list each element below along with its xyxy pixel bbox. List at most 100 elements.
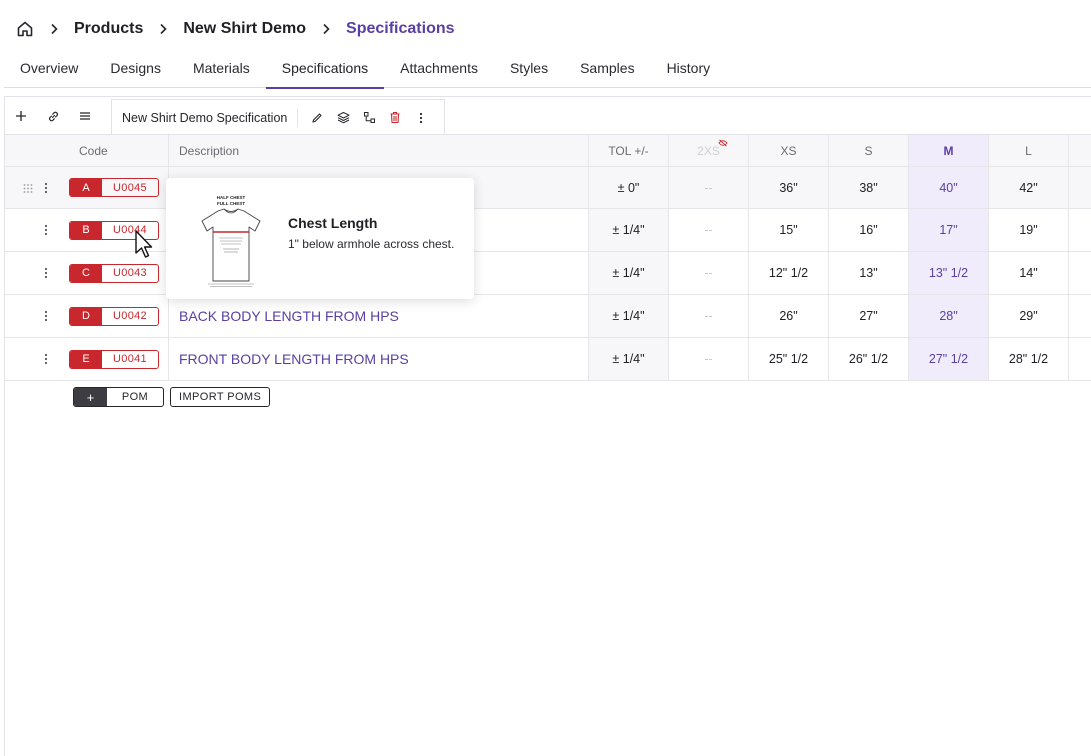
header-description[interactable]: Description xyxy=(169,135,589,166)
tol-cell[interactable]: ± 0" xyxy=(589,167,669,208)
description-cell[interactable]: BACK BODY LENGTH FROM HPS xyxy=(169,295,589,337)
size-cell-l[interactable]: 42" xyxy=(989,167,1069,208)
tab-specifications[interactable]: Specifications xyxy=(265,52,385,89)
plus-icon xyxy=(16,111,26,121)
tol-cell[interactable]: ± 1/4" xyxy=(589,252,669,294)
size-cell-m[interactable]: 40" xyxy=(909,167,989,208)
size-cell-m[interactable]: 27" 1/2 xyxy=(909,338,989,380)
header-tol[interactable]: TOL +/- xyxy=(589,135,669,166)
code-cell: D U0042 xyxy=(69,295,169,337)
import-poms-button[interactable]: IMPORT POMS xyxy=(170,387,271,407)
size-cell-m[interactable]: 28" xyxy=(909,295,989,337)
tab-materials[interactable]: Materials xyxy=(177,52,266,88)
size-cell-xs[interactable]: 26" xyxy=(749,295,829,337)
size-cell-s[interactable]: 26" 1/2 xyxy=(829,338,909,380)
popover-description: 1" below armhole across chest. xyxy=(288,236,455,251)
pom-letter: D xyxy=(70,307,102,325)
size-cell-m[interactable]: 13" 1/2 xyxy=(909,252,989,294)
add-specification-button[interactable] xyxy=(5,100,37,132)
row-controls xyxy=(5,338,69,380)
row-menu-icon[interactable] xyxy=(41,221,51,239)
home-icon[interactable] xyxy=(16,20,34,38)
size-cell-s[interactable]: 27" xyxy=(829,295,909,337)
tab-overview[interactable]: Overview xyxy=(4,52,94,88)
layers-icon[interactable] xyxy=(330,105,356,131)
description-text[interactable]: BACK BODY LENGTH FROM HPS xyxy=(179,308,399,324)
tab-samples[interactable]: Samples xyxy=(564,52,650,88)
shirt-diagram-image: HALF CHEST FULL CHEST xyxy=(194,191,268,287)
tol-cell[interactable]: ± 1/4" xyxy=(589,338,669,380)
size-cell-xs[interactable]: 12" 1/2 xyxy=(749,252,829,294)
header-size-l[interactable]: L xyxy=(989,135,1069,166)
chevron-right-icon xyxy=(44,23,64,35)
pom-code-chip[interactable]: C U0043 xyxy=(69,263,159,283)
header-size-2xs[interactable]: 2XS xyxy=(669,135,749,166)
header-size-xs[interactable]: XS xyxy=(749,135,829,166)
trash-icon[interactable] xyxy=(382,105,408,131)
relations-icon[interactable] xyxy=(356,105,382,131)
tab-designs[interactable]: Designs xyxy=(94,52,177,88)
size-cell-2xs[interactable]: -- xyxy=(669,209,749,251)
more-vertical-icon[interactable] xyxy=(408,105,434,131)
header-code[interactable]: Code xyxy=(69,135,169,166)
size-cell-2xs[interactable]: -- xyxy=(669,338,749,380)
tol-cell[interactable]: ± 1/4" xyxy=(589,295,669,337)
tab-styles[interactable]: Styles xyxy=(494,52,564,88)
header-size-m[interactable]: M xyxy=(909,135,989,166)
tol-cell[interactable]: ± 1/4" xyxy=(589,209,669,251)
pom-letter: C xyxy=(70,264,102,282)
image-caption-2: FULL CHEST xyxy=(217,201,245,206)
add-pom-label: POM xyxy=(121,391,149,403)
table-row[interactable]: D U0042 BACK BODY LENGTH FROM HPS ± 1/4"… xyxy=(5,295,1091,338)
size-cell-l[interactable]: 29" xyxy=(989,295,1069,337)
pom-code-chip[interactable]: A U0045 xyxy=(69,178,159,197)
size-cell-s[interactable]: 38" xyxy=(829,167,909,208)
breadcrumb-current: Specifications xyxy=(346,20,455,37)
header-size-s[interactable]: S xyxy=(829,135,909,166)
specification-name: New Shirt Demo Specification xyxy=(122,110,288,125)
row-menu-icon[interactable] xyxy=(41,179,51,197)
row-menu-icon[interactable] xyxy=(41,307,51,325)
add-pom-button[interactable]: + POM xyxy=(73,387,164,407)
size-cell-xs[interactable]: 36" xyxy=(749,167,829,208)
pom-letter: A xyxy=(70,179,102,196)
breadcrumb-products[interactable]: Products xyxy=(74,20,143,38)
size-cell-s[interactable]: 16" xyxy=(829,209,909,251)
link-specification-button[interactable] xyxy=(37,100,69,132)
description-cell[interactable]: FRONT BODY LENGTH FROM HPS xyxy=(169,338,589,380)
list-specifications-button[interactable] xyxy=(69,100,101,132)
popover-text: Chest Length 1" below armhole across che… xyxy=(288,215,454,251)
row-controls xyxy=(5,209,69,251)
size-cell-xs[interactable]: 25" 1/2 xyxy=(749,338,829,380)
size-cell-l[interactable]: 14" xyxy=(989,252,1069,294)
pom-code: U0045 xyxy=(113,181,147,194)
drag-handle-icon[interactable] xyxy=(23,183,33,193)
size-cell-s[interactable]: 13" xyxy=(829,252,909,294)
specification-tab[interactable]: New Shirt Demo Specification xyxy=(111,99,446,135)
row-controls xyxy=(5,295,69,337)
size-cell-l[interactable]: 28" 1/2 xyxy=(989,338,1069,380)
tab-attachments[interactable]: Attachments xyxy=(384,52,494,88)
size-cell-2xs[interactable]: -- xyxy=(669,167,749,208)
divider xyxy=(297,108,299,127)
breadcrumb-product[interactable]: New Shirt Demo xyxy=(183,20,306,38)
size-cell-l[interactable]: 19" xyxy=(989,209,1069,251)
row-menu-icon[interactable] xyxy=(41,264,51,282)
pom-letter: E xyxy=(70,350,102,368)
popover-title: Chest Length xyxy=(288,214,378,231)
row-menu-icon[interactable] xyxy=(41,350,51,368)
grid-actions: + POM IMPORT POMS xyxy=(73,387,271,407)
pom-code: U0042 xyxy=(113,310,147,322)
pom-code-chip[interactable]: E U0041 xyxy=(69,349,159,369)
description-text[interactable]: FRONT BODY LENGTH FROM HPS xyxy=(179,351,409,367)
size-cell-2xs[interactable]: -- xyxy=(669,295,749,337)
pom-code-chip[interactable]: D U0042 xyxy=(69,306,159,326)
size-cell-2xs[interactable]: -- xyxy=(669,252,749,294)
size-cell-m[interactable]: 17" xyxy=(909,209,989,251)
size-cell-xs[interactable]: 15" xyxy=(749,209,829,251)
table-row[interactable]: E U0041 FRONT BODY LENGTH FROM HPS ± 1/4… xyxy=(5,338,1091,381)
tab-history[interactable]: History xyxy=(651,52,727,88)
code-cell: B U0044 xyxy=(69,209,169,251)
eye-off-icon[interactable] xyxy=(718,139,728,147)
edit-icon[interactable] xyxy=(304,105,330,131)
